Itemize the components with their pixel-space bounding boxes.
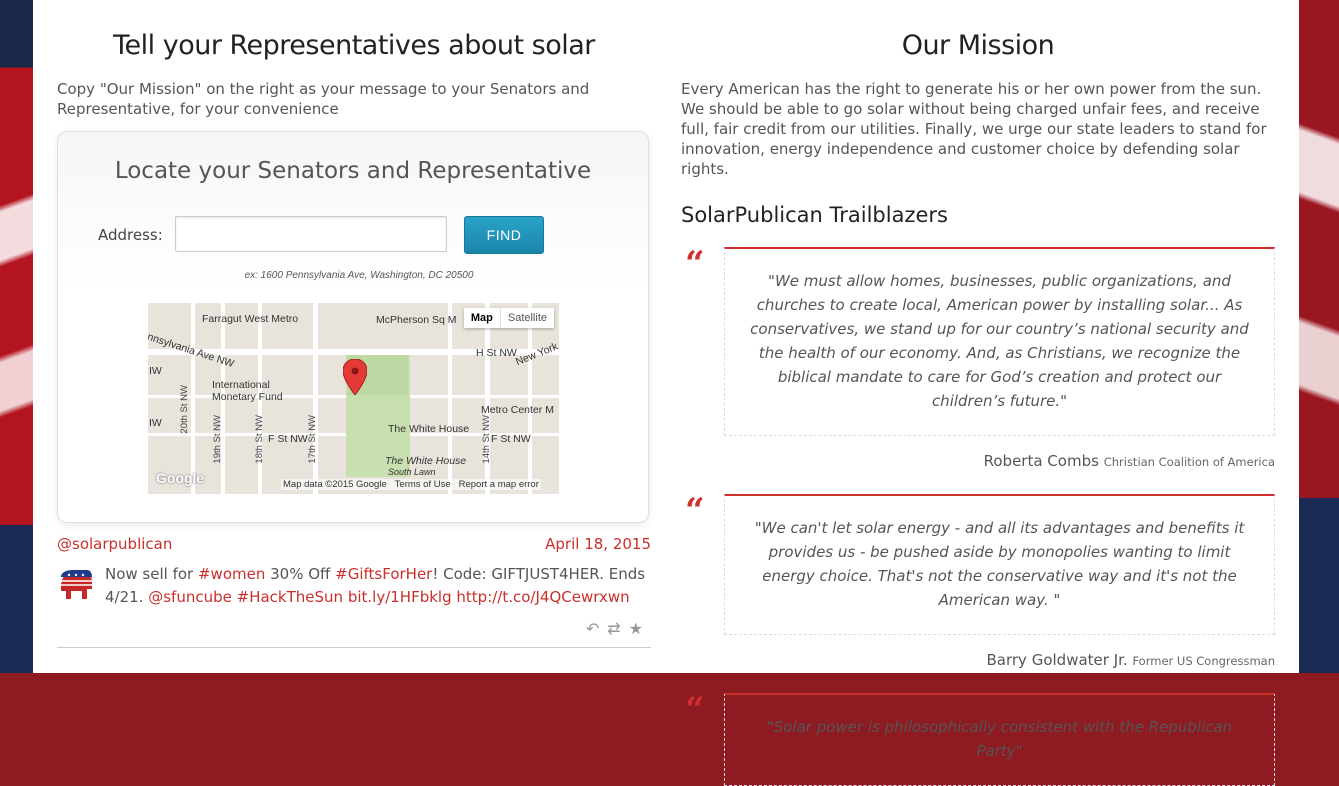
map-label: South Lawn (388, 467, 436, 477)
tweet-text: Now sell for #women 30% Off #GiftsForHer… (105, 563, 651, 609)
tweet-handle[interactable]: @solarpublican (57, 535, 172, 553)
tweet-header: @solarpublican April 18, 2015 (57, 535, 651, 553)
quote-text: "We must allow homes, businesses, public… (750, 272, 1249, 410)
quote-block: “ "We can't let solar energy - and all i… (681, 494, 1275, 669)
quote-box: "We must allow homes, businesses, public… (724, 247, 1275, 436)
map-label: H St NW (476, 347, 517, 359)
map-road (528, 303, 532, 494)
map-footer: Map data ©2015 Google Terms of Use Repor… (281, 479, 541, 490)
map-label: IW (149, 365, 162, 377)
tweet-hashtag-link[interactable]: #women (198, 565, 265, 583)
map-label: New York (514, 340, 559, 369)
quote-organization: Christian Coalition of America (1103, 455, 1275, 469)
map-report-link[interactable]: Report a map error (459, 479, 539, 490)
map-type-toggle[interactable]: Map Satellite (463, 308, 554, 328)
content-panel: Tell your Representatives about solar Co… (33, 0, 1299, 786)
google-logo: Google (156, 470, 205, 486)
satellite-view-button[interactable]: Satellite (501, 308, 554, 328)
tweet-text-part: Now sell for (105, 565, 198, 583)
map-label: F St NW (268, 433, 308, 445)
map-label: Farragut West Metro (202, 313, 299, 325)
quote-author: Barry Goldwater Jr. (986, 651, 1128, 669)
retweet-icon[interactable]: ⇄ (607, 621, 628, 638)
map-label: 18th St NW (254, 415, 265, 464)
google-map[interactable]: Farragut West Metro McPherson Sq M ennsy… (148, 303, 559, 494)
elephant-avatar-icon (61, 570, 92, 599)
mission-text: Every American has the right to generate… (681, 80, 1267, 178)
quote-icon: “ (685, 690, 705, 730)
map-label: The White House (385, 455, 467, 467)
quote-author: Roberta Combs (983, 452, 1099, 470)
left-column: Tell your Representatives about solar Co… (57, 0, 651, 648)
tweet-mention-link[interactable]: @sfuncube (148, 588, 232, 606)
quote-text: "Solar power is philosophically consiste… (766, 718, 1233, 760)
map-label: International Monetary Fund (212, 379, 283, 403)
quote-attribution: Roberta Combs Christian Coalition of Ame… (681, 452, 1275, 470)
locator-title: Locate your Senators and Representative (114, 158, 592, 184)
quote-icon: “ (685, 244, 705, 284)
flag-left-edge (0, 0, 33, 673)
tweet-date[interactable]: April 18, 2015 (545, 535, 651, 553)
map-label: McPherson Sq M (376, 314, 457, 326)
map-marker-icon[interactable] (343, 359, 367, 395)
trailblazers-title: SolarPublican Trailblazers (681, 203, 948, 227)
representative-locator: Locate your Senators and Representative … (57, 131, 649, 523)
map-label: The White House (388, 423, 470, 435)
tweet-url-link[interactable]: bit.ly/1HFbklg (348, 588, 452, 606)
map-road (191, 303, 195, 494)
map-label: IW (149, 417, 162, 429)
address-hint: ex: 1600 Pennsylvania Ave, Washington, D… (244, 270, 474, 281)
reply-icon[interactable]: ↶ (586, 621, 607, 638)
map-label: 17th St NW (307, 415, 318, 464)
tweet-divider (57, 647, 651, 648)
quote-box: "We can't let solar energy - and all its… (724, 494, 1275, 635)
map-data-credit: Map data ©2015 Google (283, 479, 387, 490)
quote-block: “ "We must allow homes, businesses, publ… (681, 247, 1275, 470)
quote-block: “ "Solar power is philosophically consis… (681, 693, 1275, 786)
tweet-hashtag-link[interactable]: #GiftsForHer (335, 565, 432, 583)
map-road (485, 303, 490, 494)
intro-text: Copy "Our Mission" on the right as your … (57, 80, 590, 118)
tweet-actions: ↶⇄★ (57, 619, 651, 639)
address-label: Address: (98, 226, 163, 244)
quote-text: "We can't let solar energy - and all its… (754, 519, 1245, 609)
map-label: 20th St NW (179, 385, 190, 434)
tweet-hashtag-link[interactable]: #HackTheSun (237, 588, 343, 606)
quote-box: "Solar power is philosophically consiste… (724, 693, 1275, 786)
tweet-text-part: 30% Off (265, 565, 336, 583)
map-label: F St NW (491, 433, 531, 445)
address-input[interactable] (175, 216, 447, 252)
quote-organization: Former US Congressman (1132, 654, 1275, 668)
map-road (313, 303, 318, 494)
quote-icon: “ (685, 491, 705, 531)
favorite-icon[interactable]: ★ (629, 621, 651, 638)
right-column: Our Mission Every American has the right… (681, 0, 1275, 786)
find-button[interactable]: FIND (464, 216, 544, 254)
quote-attribution: Barry Goldwater Jr. Former US Congressma… (681, 651, 1276, 669)
map-view-button[interactable]: Map (464, 308, 501, 328)
flag-right-edge (1299, 0, 1339, 673)
map-terms-link[interactable]: Terms of Use (395, 479, 451, 490)
representatives-title: Tell your Representatives about solar (113, 30, 595, 61)
map-label: 14th St NW (481, 415, 492, 464)
mission-title: Our Mission (901, 30, 1055, 61)
tweet: Now sell for #women 30% Off #GiftsForHer… (57, 563, 651, 609)
tweet-url-link[interactable]: http://t.co/J4QCewrxwn (456, 588, 629, 606)
map-label: 19th St NW (212, 415, 223, 464)
